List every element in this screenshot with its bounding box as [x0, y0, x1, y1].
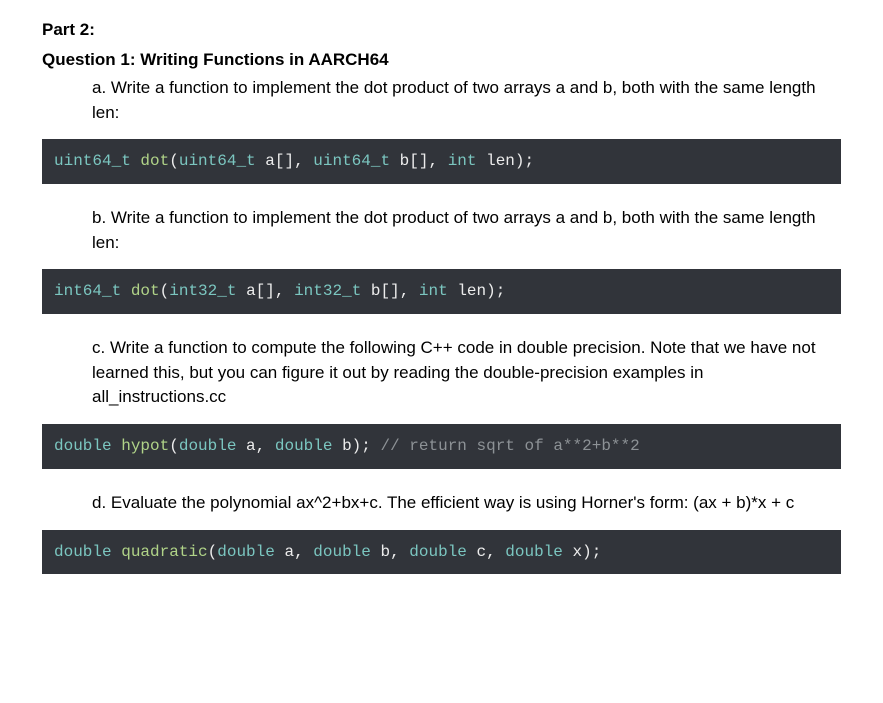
- code-token: [112, 543, 122, 561]
- code-token: hypot: [121, 437, 169, 455]
- code-token: a[],: [236, 282, 294, 300]
- code-token: b[],: [361, 282, 419, 300]
- item-d-text: d. Evaluate the polynomial ax^2+bx+c. Th…: [92, 491, 832, 516]
- part-heading: Part 2:: [42, 20, 841, 40]
- code-token: [121, 282, 131, 300]
- code-token: c,: [467, 543, 505, 561]
- code-comment: // return sqrt of a**2+b**2: [380, 437, 639, 455]
- code-token: int: [419, 282, 448, 300]
- code-token: a,: [236, 437, 274, 455]
- code-token: b[],: [390, 152, 448, 170]
- code-block-d: double quadratic(double a, double b, dou…: [42, 530, 841, 575]
- code-token: int32_t: [169, 282, 236, 300]
- code-token: (: [169, 152, 179, 170]
- code-token: double: [54, 437, 112, 455]
- code-block-c: double hypot(double a, double b); // ret…: [42, 424, 841, 469]
- code-block-a: uint64_t dot(uint64_t a[], uint64_t b[],…: [42, 139, 841, 184]
- code-token: a,: [275, 543, 313, 561]
- code-token: b);: [332, 437, 380, 455]
- code-token: dot: [140, 152, 169, 170]
- code-token: int32_t: [294, 282, 361, 300]
- item-b-text: b. Write a function to implement the dot…: [92, 206, 832, 255]
- code-token: (: [160, 282, 170, 300]
- code-token: [112, 437, 122, 455]
- code-token: double: [179, 437, 237, 455]
- code-token: len);: [448, 282, 506, 300]
- code-token: (: [169, 437, 179, 455]
- code-token: int: [448, 152, 477, 170]
- code-token: len);: [477, 152, 535, 170]
- code-token: double: [217, 543, 275, 561]
- question-heading: Question 1: Writing Functions in AARCH64: [42, 50, 841, 70]
- code-token: (: [208, 543, 218, 561]
- code-token: x);: [563, 543, 601, 561]
- code-token: double: [275, 437, 333, 455]
- code-token: double: [409, 543, 467, 561]
- code-block-b: int64_t dot(int32_t a[], int32_t b[], in…: [42, 269, 841, 314]
- code-token: double: [313, 543, 371, 561]
- document-page: Part 2: Question 1: Writing Functions in…: [0, 0, 883, 626]
- code-token: b,: [371, 543, 409, 561]
- code-token: double: [505, 543, 563, 561]
- item-c-text: c. Write a function to compute the follo…: [92, 336, 832, 410]
- code-token: dot: [131, 282, 160, 300]
- code-token: uint64_t: [54, 152, 131, 170]
- code-token: uint64_t: [313, 152, 390, 170]
- code-token: a[],: [256, 152, 314, 170]
- item-a-text: a. Write a function to implement the dot…: [92, 76, 832, 125]
- code-token: double: [54, 543, 112, 561]
- code-token: uint64_t: [179, 152, 256, 170]
- code-token: [131, 152, 141, 170]
- code-token: int64_t: [54, 282, 121, 300]
- code-token: quadratic: [121, 543, 207, 561]
